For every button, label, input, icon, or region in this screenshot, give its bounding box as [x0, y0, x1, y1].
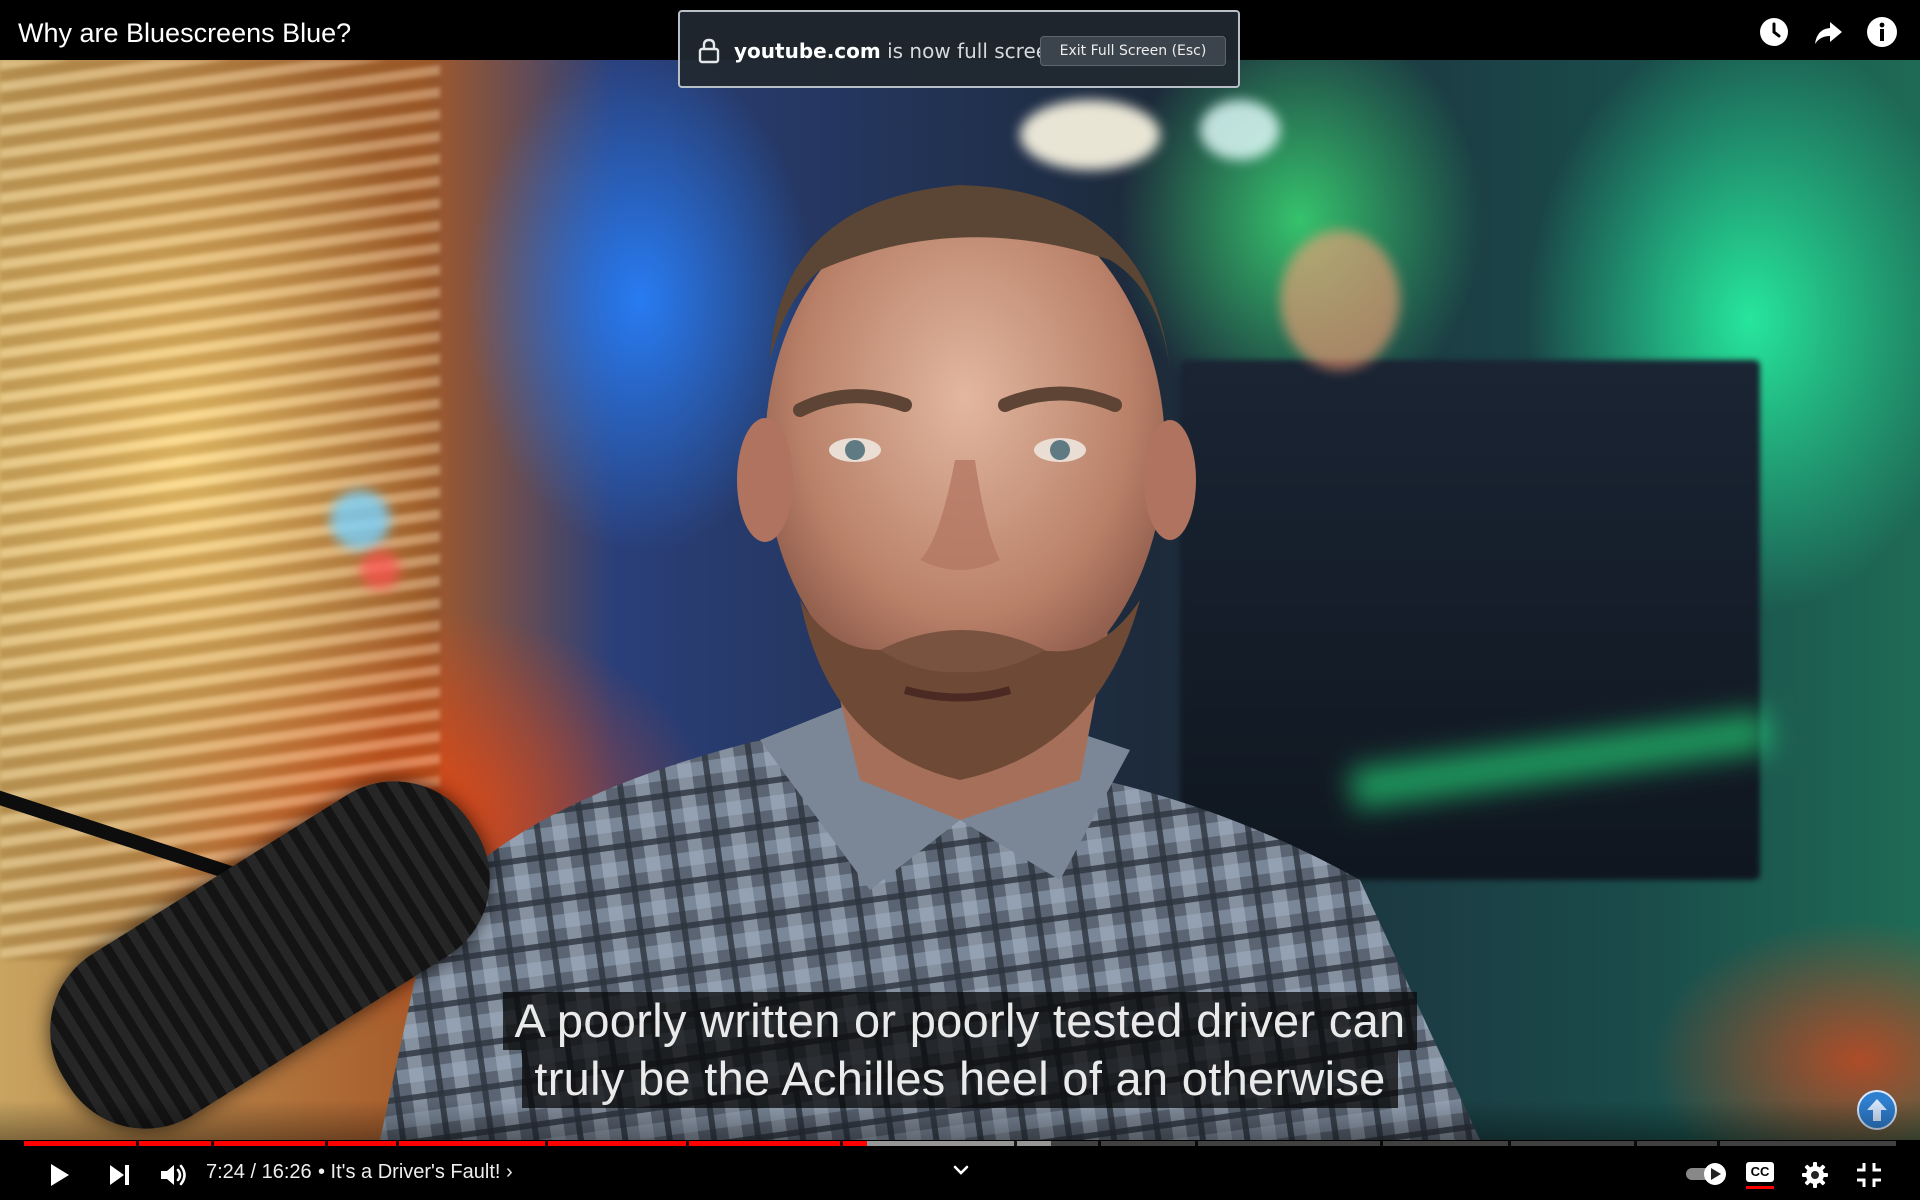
chapter-marker	[839, 1141, 843, 1146]
chapter-marker	[1717, 1141, 1721, 1146]
chapter-marker	[686, 1141, 690, 1146]
fullscreen-message-text: is now full screen	[880, 39, 1061, 63]
settings-button[interactable]	[1797, 1157, 1833, 1193]
fullscreen-notice: youtube.com is now full screen Exit Full…	[678, 10, 1240, 88]
chapter-marker	[1379, 1141, 1383, 1146]
captions: A poorly written or poorly tested driver…	[0, 992, 1920, 1108]
volume-icon	[161, 1164, 186, 1186]
next-icon	[110, 1165, 129, 1185]
chapter-marker	[135, 1141, 139, 1146]
play-icon	[1711, 1168, 1721, 1180]
mute-button[interactable]	[155, 1157, 191, 1193]
chapter-marker	[325, 1141, 329, 1146]
captions-button[interactable]: CC	[1746, 1162, 1776, 1189]
time-display: 7:24 / 16:26	[206, 1161, 312, 1183]
chapter-marker	[1194, 1141, 1198, 1146]
autoplay-knob	[1704, 1163, 1726, 1185]
chapter-marker	[211, 1141, 215, 1146]
fullscreen-domain: youtube.com	[734, 39, 881, 63]
next-button[interactable]	[101, 1157, 137, 1193]
exit-fullscreen-icon	[1857, 1163, 1881, 1187]
exit-fullscreen-button-icon[interactable]	[1851, 1157, 1887, 1193]
lock-icon	[698, 38, 720, 64]
play-button[interactable]	[40, 1157, 76, 1193]
watch-later-icon[interactable]	[1758, 16, 1790, 48]
progress-played	[24, 1141, 868, 1146]
autoplay-toggle[interactable]	[1686, 1163, 1728, 1185]
exit-fullscreen-button[interactable]: Exit Full Screen (Esc)	[1040, 36, 1226, 66]
info-icon[interactable]	[1866, 16, 1898, 48]
chevron-down-icon[interactable]	[950, 1160, 972, 1182]
video-title[interactable]: Why are Bluescreens Blue?	[18, 18, 351, 49]
settings-icon	[1802, 1162, 1828, 1188]
chapter-title[interactable]: • It's a Driver's Fault! ›	[318, 1161, 513, 1184]
cc-icon: CC	[1746, 1162, 1774, 1182]
chapter-marker	[1508, 1141, 1512, 1146]
fullscreen-message: youtube.com is now full screen	[734, 39, 1061, 63]
share-icon[interactable]	[1812, 16, 1844, 48]
chapter-marker	[544, 1141, 548, 1146]
chapter-marker	[1634, 1141, 1638, 1146]
captions-active-indicator	[1746, 1186, 1774, 1189]
video-frame[interactable]	[0, 60, 1920, 1140]
controls-backdrop	[0, 1100, 1920, 1200]
chapter-marker	[395, 1141, 399, 1146]
play-icon	[51, 1164, 69, 1186]
chapter-marker	[1013, 1141, 1017, 1146]
chapter-marker	[1098, 1141, 1102, 1146]
progress-bar[interactable]	[24, 1141, 1896, 1146]
caption-line: A poorly written or poorly tested driver…	[502, 992, 1418, 1050]
